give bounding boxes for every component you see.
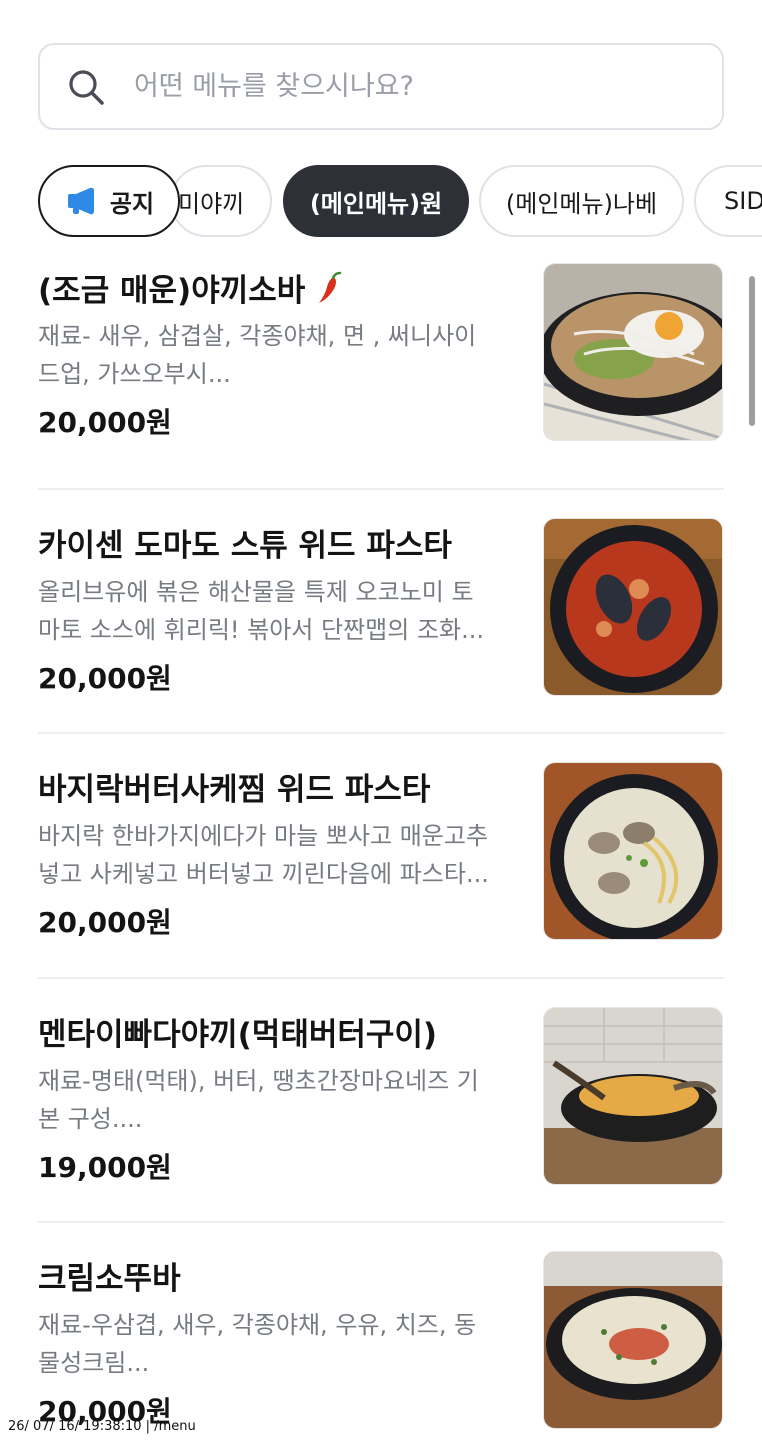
menu-item-price: 20,000원 [38,661,172,695]
category-tabs: 미야끼 공지 (메인메뉴)원 (메인메뉴)나베 SID [0,165,762,239]
menu-item-title: 크림소뚜바 [38,1261,181,1297]
tab-notice[interactable]: 공지 [38,165,180,237]
tab-main-menu-nabe[interactable]: (메인메뉴)나베 [479,165,684,237]
tab-label: SID [724,187,762,215]
menu-item-title: 멘타이빠다야끼(먹태버터구이) [38,1016,438,1053]
menu-item-photo [543,517,723,696]
tab-label: (메인메뉴)나베 [505,189,658,218]
menu-item-photo [543,263,723,441]
tab-side[interactable]: SID [694,165,762,237]
search-icon [69,69,104,105]
menu-item-description: 재료- 새우, 삼겹살, 각종야채, 면 , 써니사이 드업, 가쓰오부시... [38,322,477,388]
tab-label: 미야끼 [178,189,245,218]
menu-item[interactable]: (조금 매운)야끼소바 재료- 새우, 삼겹살, 각종야채, 면 , 써니사이 … [0,245,762,490]
menu-item-description: 올리브유에 볶은 해산물을 특제 오코노미 토 마토 소스에 휘리릭! 볶아서 … [38,577,485,644]
menu-item-title: 카이센 도마도 스튜 위드 파스타 [38,527,452,564]
status-footer: 26/ 07/ 16/ 19:38:10 | /menu [8,1419,196,1434]
menu-item-description: 재료-명태(먹태), 버터, 땡초간장마요네즈 기 본 구성.... [38,1066,479,1133]
menu-item-title: 바지락버터사케찜 위드 파스타 [38,772,431,808]
menu-item-photo [543,1251,723,1429]
menu-item-description: 재료-우삼겹, 새우, 각종야채, 우유, 치즈, 동 물성크림... [38,1311,477,1377]
scrollbar[interactable] [749,276,755,426]
tab-main-menu-won[interactable]: (메인메뉴)원 [283,165,469,237]
search-input[interactable] [134,71,722,102]
tab-partial-prev[interactable]: 미야끼 [170,165,272,237]
menu-item[interactable]: 카이센 도마도 스튜 위드 파스타 올리브유에 볶은 해산물을 특제 오코노미 … [0,490,762,734]
menu-list: (조금 매운)야끼소바 재료- 새우, 삼겹살, 각종야채, 면 , 써니사이 … [0,245,762,1440]
menu-item-photo [543,762,723,940]
menu-item-photo [543,1006,723,1185]
chili-pepper-icon [319,271,342,303]
menu-item-title: (조금 매운)야끼소바 [38,265,342,310]
megaphone-icon [67,187,94,215]
menu-item[interactable]: 멘타이빠다야끼(먹태버터구이) 재료-명태(먹태), 버터, 땡초간장마요네즈 … [0,979,762,1223]
menu-item-price: 20,000원 [38,406,172,439]
menu-item-price: 20,000원 [38,906,172,939]
menu-item-description: 바지락 한바가지에다가 마늘 뽀사고 매운고추 넣고 사케넣고 버터넣고 끼린다… [38,822,489,888]
menu-item-price: 19,000원 [38,1150,172,1184]
tab-label: 공지 [109,189,155,218]
search-bar[interactable] [38,43,724,130]
tab-label: (메인메뉴)원 [309,189,443,218]
menu-item[interactable]: 크림소뚜바 재료-우삼겹, 새우, 각종야채, 우유, 치즈, 동 물성크림..… [0,1223,762,1440]
menu-item[interactable]: 바지락버터사케찜 위드 파스타 바지락 한바가지에다가 마늘 뽀사고 매운고추 … [0,734,762,979]
